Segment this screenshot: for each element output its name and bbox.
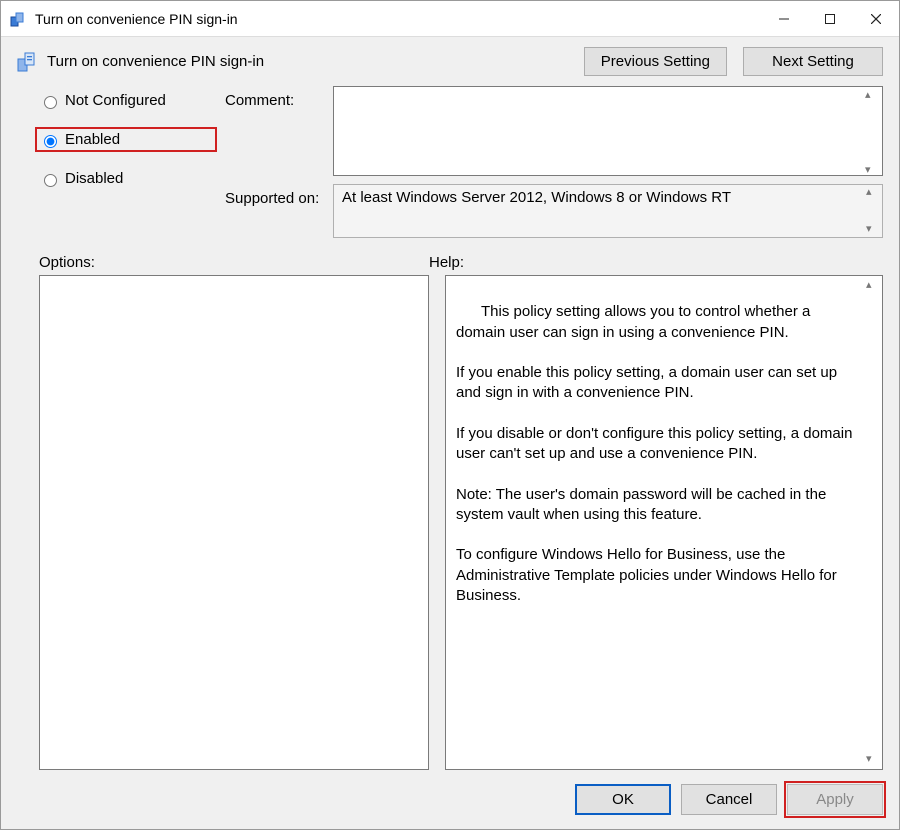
help-content: This policy setting allows you to contro… — [456, 303, 857, 604]
app-icon — [9, 10, 27, 28]
previous-setting-button[interactable]: Previous Setting — [584, 47, 727, 76]
radio-disabled-input[interactable] — [44, 174, 57, 187]
cancel-button[interactable]: Cancel — [681, 784, 777, 815]
ok-button[interactable]: OK — [575, 784, 671, 815]
comment-box: ▴ ▾ — [333, 86, 883, 180]
pane-labels: Options: Help: — [1, 242, 899, 275]
radio-enabled-label: Enabled — [65, 131, 120, 148]
policy-dialog-window: Turn on convenience PIN sign-in Turn on … — [0, 0, 900, 830]
next-setting-button[interactable]: Next Setting — [743, 47, 883, 76]
policy-icon — [17, 51, 39, 73]
supported-on-box: At least Windows Server 2012, Windows 8 … — [333, 184, 883, 238]
footer-buttons: OK Cancel Apply — [1, 770, 899, 829]
radio-not-configured[interactable]: Not Configured — [39, 92, 217, 109]
policy-title: Turn on convenience PIN sign-in — [47, 53, 576, 70]
help-label: Help: — [423, 254, 883, 271]
close-button[interactable] — [853, 1, 899, 37]
help-pane[interactable]: This policy setting allows you to contro… — [445, 275, 883, 770]
state-radios: Not Configured Enabled Disabled — [17, 86, 217, 205]
radio-enabled-input[interactable] — [44, 135, 57, 148]
comment-textarea[interactable] — [333, 86, 883, 176]
radio-enabled[interactable]: Enabled — [35, 127, 217, 152]
radio-disabled-label: Disabled — [65, 170, 123, 187]
window-title: Turn on convenience PIN sign-in — [35, 11, 761, 27]
supported-on-label: Supported on: — [225, 184, 325, 207]
options-label: Options: — [17, 254, 407, 271]
options-pane[interactable] — [39, 275, 429, 770]
radio-not-configured-input[interactable] — [44, 96, 57, 109]
settings-grid: Not Configured Enabled Disabled Comment:… — [1, 82, 899, 242]
scroll-down-icon: ▾ — [865, 165, 879, 176]
supported-on-field: At least Windows Server 2012, Windows 8 … — [333, 184, 883, 238]
window-controls — [761, 1, 899, 37]
scroll-down-icon: ▾ — [866, 754, 880, 765]
comment-label: Comment: — [225, 86, 325, 109]
scroll-up-icon: ▴ — [866, 187, 880, 198]
radio-not-configured-label: Not Configured — [65, 92, 166, 109]
scroll-down-icon: ▾ — [866, 224, 880, 235]
header-row: Turn on convenience PIN sign-in Previous… — [1, 37, 899, 82]
supported-on-value: At least Windows Server 2012, Windows 8 … — [342, 189, 731, 206]
scroll-up-icon: ▴ — [866, 280, 880, 291]
scroll-up-icon: ▴ — [865, 90, 879, 101]
panes: This policy setting allows you to contro… — [1, 275, 899, 770]
titlebar: Turn on convenience PIN sign-in — [1, 1, 899, 37]
maximize-button[interactable] — [807, 1, 853, 37]
apply-button[interactable]: Apply — [787, 784, 883, 815]
radio-disabled[interactable]: Disabled — [39, 170, 217, 187]
minimize-button[interactable] — [761, 1, 807, 37]
